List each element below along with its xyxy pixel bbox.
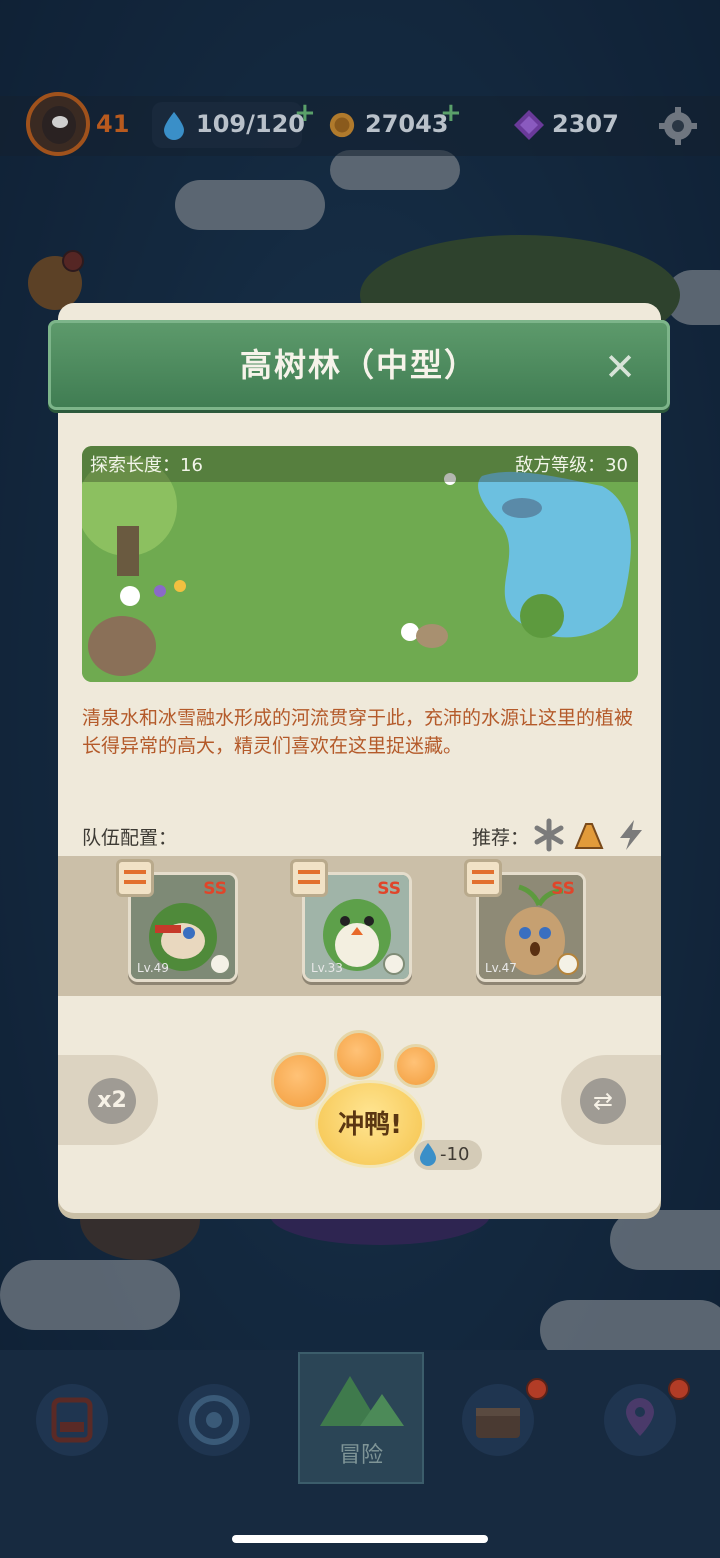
card-rank: SS (377, 879, 401, 899)
speed-x2-button[interactable]: x2 (88, 1078, 136, 1124)
go-button-label: 冲鸭! (338, 1110, 402, 1140)
card-rank: SS (203, 879, 227, 899)
location-description: 清泉水和冰雪融水形成的河流贯穿于此，充沛的水源让这里的植被长得异常的高大，精灵们… (82, 707, 634, 757)
card-level: Lv.47 (485, 961, 517, 975)
add-coins-button[interactable]: + (440, 98, 462, 128)
rock-icon (557, 953, 579, 975)
nav-adventure-label: 冒险 (338, 1443, 383, 1468)
card-level: Lv.33 (311, 961, 343, 975)
nav-map-pin-icon[interactable] (604, 1384, 676, 1456)
gem-icon (514, 110, 544, 140)
card-equip-tag[interactable] (116, 859, 154, 897)
rock-icon (574, 823, 604, 849)
water-drop-icon (420, 1143, 436, 1166)
close-button[interactable]: ✕ (600, 348, 640, 388)
leaf-icon (209, 953, 231, 975)
snowflake-icon (534, 818, 564, 852)
swap-team-button[interactable]: ⇄ (580, 1078, 626, 1124)
player-avatar[interactable] (26, 92, 90, 156)
energy-cost: -10 (440, 1144, 470, 1165)
settings-gear-icon[interactable] (658, 106, 698, 146)
explore-length: 探索长度：16 (90, 455, 203, 476)
modal-title: 高树林（中型） (239, 346, 478, 384)
water-drop-icon (164, 112, 184, 140)
recommend-label: 推荐： (472, 827, 530, 849)
paw-toe (271, 1052, 329, 1110)
coins-value: 27043 (365, 110, 449, 138)
lightning-icon (620, 820, 642, 850)
notification-dot (526, 1378, 548, 1400)
nav-chest-icon[interactable] (462, 1384, 534, 1456)
energy-value: 109/120 (196, 110, 305, 138)
location-scene-image (82, 446, 638, 682)
card-level: Lv.49 (137, 961, 169, 975)
leaf-icon (383, 953, 405, 975)
mountain-icon (320, 1376, 404, 1426)
team-config-label: 队伍配置： (82, 827, 178, 849)
notification-dot (668, 1378, 690, 1400)
card-rank: SS (551, 879, 575, 899)
bird-icon (42, 106, 76, 144)
paw-toe (394, 1044, 438, 1088)
gems-value: 2307 (552, 110, 619, 138)
card-equip-tag[interactable] (290, 859, 328, 897)
nav-backpack-icon[interactable] (36, 1384, 108, 1456)
nav-aperture-icon[interactable] (178, 1384, 250, 1456)
add-energy-button[interactable]: + (294, 98, 316, 128)
enemy-level: 敌方等级：30 (515, 455, 628, 476)
paw-toe (334, 1030, 384, 1080)
home-indicator (232, 1535, 488, 1543)
player-level: 41 (96, 110, 130, 138)
coin-icon (329, 112, 355, 138)
card-equip-tag[interactable] (464, 859, 502, 897)
